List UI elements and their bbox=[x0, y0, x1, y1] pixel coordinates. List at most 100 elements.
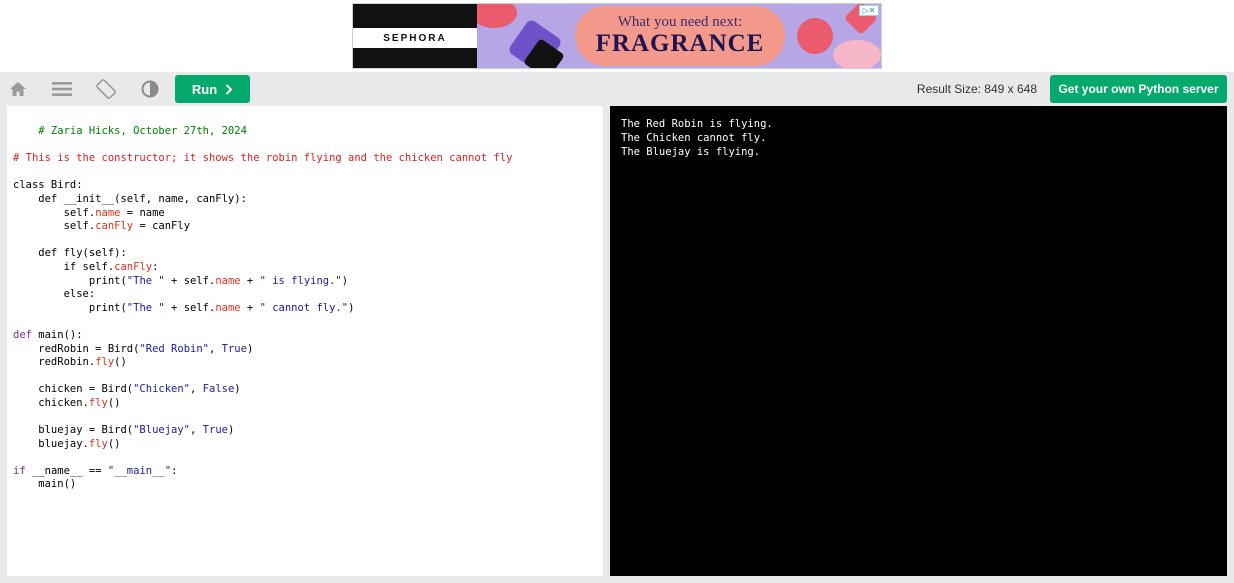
code-line: if __name__ == "__main__": bbox=[13, 465, 512, 479]
ad-decoration bbox=[833, 40, 881, 68]
code-line: print("The " + self.name + " cannot fly.… bbox=[13, 302, 512, 316]
code-token: redRobin. bbox=[13, 356, 96, 369]
code-token: canFly bbox=[95, 220, 134, 233]
code-token: # Zaria Hicks, October 27th, 2024 bbox=[13, 125, 247, 137]
code-token: self. bbox=[13, 206, 96, 219]
code-token: = name bbox=[120, 206, 165, 219]
get-python-server-button[interactable]: Get your own Python server bbox=[1050, 75, 1227, 103]
code-line: def main(): bbox=[13, 329, 512, 343]
code-line: # This is the constructor; it shows the … bbox=[13, 152, 512, 166]
code-token: __name__ == bbox=[25, 464, 108, 477]
code-token: + self. bbox=[164, 274, 216, 287]
code-line: print("The " + self.name + " is flying."… bbox=[13, 275, 512, 289]
code-token: "The " bbox=[126, 301, 165, 314]
code-token: def bbox=[13, 328, 32, 341]
ad-tagline: What you need next: bbox=[617, 14, 743, 30]
code-token: , bbox=[208, 342, 222, 355]
run-button[interactable]: Run bbox=[175, 75, 250, 103]
code-token: name bbox=[215, 274, 241, 287]
ad-artwork: What you need next: FRAGRANCE ▷✕ bbox=[477, 4, 881, 68]
home-icon[interactable] bbox=[6, 78, 30, 100]
output-content: The Red Robin is flying. The Chicken cann… bbox=[621, 117, 773, 159]
code-line: def __init__(self, name, canFly): bbox=[13, 193, 512, 207]
chevron-right-icon bbox=[225, 83, 233, 95]
code-line: bluejay = Bird("Bluejay", True) bbox=[13, 424, 512, 438]
code-token: : bbox=[152, 260, 159, 273]
code-editor[interactable]: # Zaria Hicks, October 27th, 2024 # This … bbox=[7, 106, 603, 576]
code-token: + bbox=[240, 274, 260, 287]
code-token: canFly bbox=[114, 260, 153, 273]
code-token: fly bbox=[88, 437, 108, 450]
code-token: : bbox=[171, 464, 178, 477]
ad-decoration bbox=[477, 4, 517, 28]
code-token: + bbox=[240, 301, 260, 314]
code-line: bluejay.fly() bbox=[13, 438, 512, 452]
code-token: main() bbox=[13, 478, 77, 491]
code-line: def fly(self): bbox=[13, 247, 512, 261]
code-line: redRobin = Bird("Red Robin", True) bbox=[13, 343, 512, 357]
ad-brand: SEPHORA bbox=[383, 32, 447, 44]
code-token: print( bbox=[13, 274, 127, 287]
code-content[interactable]: # Zaria Hicks, October 27th, 2024 # This … bbox=[13, 125, 512, 492]
code-line: # Zaria Hicks, October 27th, 2024 bbox=[13, 125, 512, 139]
code-token: "Red Robin" bbox=[139, 342, 209, 355]
code-token: print( bbox=[13, 301, 127, 314]
code-line: redRobin.fly() bbox=[13, 356, 512, 370]
code-line: self.name = name bbox=[13, 207, 512, 221]
code-token: "The " bbox=[126, 274, 165, 287]
code-token: "Bluejay" bbox=[133, 424, 191, 437]
ad-message: What you need next: FRAGRANCE bbox=[575, 6, 785, 66]
ad-banner[interactable]: SEPHORA What you need next: FRAGRANCE ▷✕ bbox=[352, 3, 882, 69]
menu-icon[interactable] bbox=[50, 78, 74, 100]
code-token: if self. bbox=[13, 260, 115, 273]
code-token: , bbox=[190, 424, 203, 437]
code-token: class Bird: bbox=[13, 179, 83, 192]
toolbar: Run Result Size: 849 x 648 Get your own … bbox=[0, 72, 1234, 106]
code-token: ) bbox=[227, 424, 235, 437]
code-token: # This is the constructor; it shows the … bbox=[13, 152, 513, 165]
code-token: + self. bbox=[164, 301, 216, 314]
code-token: if bbox=[13, 464, 26, 477]
output-pane: The Red Robin is flying. The Chicken cann… bbox=[610, 106, 1227, 576]
code-token: def __init__(self, name, canFly): bbox=[13, 192, 247, 205]
ad-headline: FRAGRANCE bbox=[595, 30, 765, 57]
code-token: () bbox=[114, 356, 127, 369]
ad-choices-icon[interactable]: ▷✕ bbox=[859, 5, 879, 16]
code-token: else: bbox=[13, 288, 96, 301]
code-token: bluejay. bbox=[13, 437, 89, 450]
ad-decoration bbox=[797, 18, 833, 54]
code-token: redRobin = Bird( bbox=[13, 342, 140, 355]
code-token: True bbox=[221, 342, 247, 355]
code-token: () bbox=[107, 437, 121, 450]
ad-brand-panel: SEPHORA bbox=[353, 4, 477, 68]
code-token: True bbox=[202, 424, 228, 437]
code-token: def fly(self): bbox=[13, 247, 127, 260]
output-line: The Bluejay is flying. bbox=[621, 146, 761, 158]
code-token: ) bbox=[348, 301, 355, 314]
code-token: fly bbox=[95, 356, 115, 369]
output-line: The Chicken cannot fly. bbox=[621, 132, 767, 144]
code-line: chicken = Bird("Chicken", False) bbox=[13, 383, 512, 397]
code-token: = canFly bbox=[133, 220, 191, 233]
code-token: " cannot fly." bbox=[259, 301, 349, 314]
run-label: Run bbox=[191, 81, 218, 97]
ad-brand-bar: SEPHORA bbox=[353, 28, 477, 48]
code-token: self. bbox=[13, 220, 96, 233]
code-token: name bbox=[215, 301, 241, 314]
rotate-icon[interactable] bbox=[94, 78, 118, 100]
contrast-icon[interactable] bbox=[138, 78, 162, 100]
result-size: Result Size: 849 x 648 bbox=[916, 82, 1037, 96]
code-token: " is flying." bbox=[259, 274, 342, 287]
code-token: ) bbox=[341, 274, 349, 287]
code-token: False bbox=[202, 383, 235, 396]
code-line: self.canFly = canFly bbox=[13, 220, 512, 234]
code-line: else: bbox=[13, 288, 512, 302]
code-token: "__main__" bbox=[107, 464, 172, 477]
